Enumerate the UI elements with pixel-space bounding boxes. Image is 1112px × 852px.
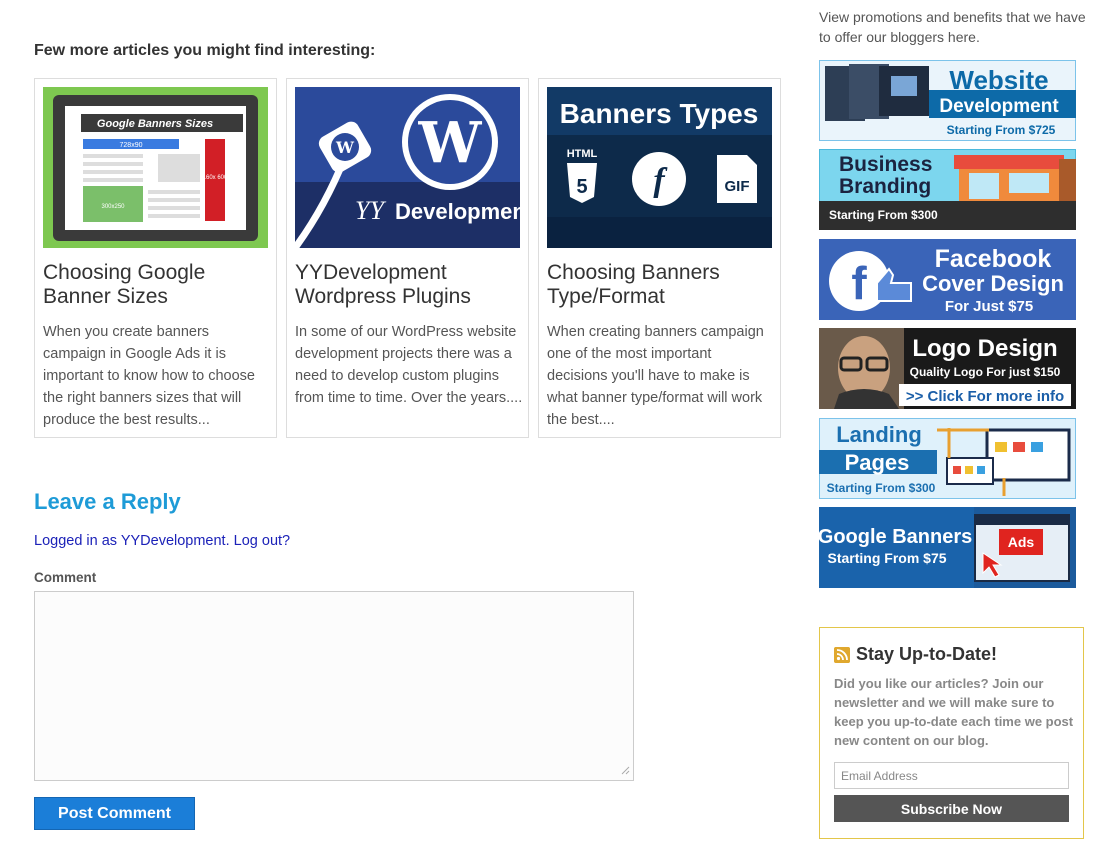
article-card[interactable]: Banners Types HTML 5 f GIF Choosing Bann… xyxy=(538,78,781,438)
ad-facebook-cover[interactable]: f Facebook Cover Design For Just $75 xyxy=(819,239,1076,320)
svg-text:Website: Website xyxy=(949,65,1048,95)
resize-grip-icon[interactable] xyxy=(620,765,630,775)
svg-text:GIF: GIF xyxy=(725,178,750,195)
article-card[interactable]: Google Banners Sizes 728x90 160x 600 300… xyxy=(34,78,277,438)
svg-text:Ads: Ads xyxy=(1008,534,1035,550)
article-excerpt: When creating banners campaign one of th… xyxy=(547,324,764,428)
svg-text:f: f xyxy=(851,257,867,309)
comment-textarea[interactable] xyxy=(34,591,634,781)
svg-text:For Just $75: For Just $75 xyxy=(945,298,1033,315)
post-comment-button[interactable]: Post Comment xyxy=(34,797,195,830)
svg-text:Branding: Branding xyxy=(839,175,931,198)
thumb-heading: Google Banners Sizes xyxy=(97,118,213,130)
newsletter-title: Stay Up-to-Date! xyxy=(856,644,998,664)
svg-text:Facebook: Facebook xyxy=(935,245,1052,273)
svg-text:Logo Design: Logo Design xyxy=(912,335,1057,362)
article-title[interactable]: Choosing Banners Type/Format xyxy=(547,261,772,309)
ad-landing-pages[interactable]: Landing Pages Starting From $300 xyxy=(819,418,1076,499)
svg-text:W: W xyxy=(335,138,355,157)
svg-text:Business: Business xyxy=(839,153,932,176)
rss-icon xyxy=(834,646,850,663)
svg-text:>> Click For more info: >> Click For more info xyxy=(906,388,1064,405)
newsletter-description: Did you like our articles? Join our news… xyxy=(834,676,1074,748)
article-excerpt: When you create banners campaign in Goog… xyxy=(43,324,255,428)
svg-text:Starting From $300: Starting From $300 xyxy=(827,481,936,495)
newsletter-email-input[interactable] xyxy=(834,762,1069,789)
logged-in-text: Logged in as YYDevelopment. Log out? xyxy=(34,533,291,549)
ad-website-development[interactable]: Website Development Starting From $725 xyxy=(819,60,1076,141)
ad-logo-design[interactable]: Logo Design Quality Logo For just $150 >… xyxy=(819,328,1076,409)
related-articles-heading: Few more articles you might find interes… xyxy=(34,42,376,59)
svg-text:300x250: 300x250 xyxy=(101,204,125,210)
svg-text:160x 600: 160x 600 xyxy=(203,175,228,181)
article-title[interactable]: Choosing Google Banner Sizes xyxy=(43,261,268,309)
svg-text:Starting From $725: Starting From $725 xyxy=(947,123,1056,137)
newsletter-widget: Stay Up-to-Date! Did you like our articl… xyxy=(819,627,1084,839)
comment-label: Comment xyxy=(34,570,97,585)
related-articles-list: Google Banners Sizes 728x90 160x 600 300… xyxy=(34,78,781,438)
article-card[interactable]: W W YY Development YYDevelopment Wordpre… xyxy=(286,78,529,438)
svg-text:728x90: 728x90 xyxy=(120,142,143,149)
svg-text:Cover Design: Cover Design xyxy=(922,271,1064,296)
promo-text: View promotions and benefits that we hav… xyxy=(819,9,1086,45)
svg-text:Pages: Pages xyxy=(845,450,910,475)
svg-text:W: W xyxy=(418,110,483,176)
leave-reply-heading: Leave a Reply xyxy=(34,489,181,514)
article-title[interactable]: YYDevelopment Wordpress Plugins xyxy=(295,261,520,309)
logged-in-prefix: Logged in as xyxy=(34,533,121,549)
svg-text:Quality Logo For just $150: Quality Logo For just $150 xyxy=(910,365,1061,379)
thumb-heading: Banners Types xyxy=(560,98,759,129)
article-excerpt: In some of our WordPress website develop… xyxy=(295,324,523,406)
svg-text:5: 5 xyxy=(576,176,587,198)
svg-text:Starting From $300: Starting From $300 xyxy=(829,208,938,222)
article-thumbnail[interactable]: W W YY Development xyxy=(295,87,520,248)
svg-text:Development: Development xyxy=(939,96,1059,117)
ad-business-branding[interactable]: Business Branding Starting From $300 xyxy=(819,149,1076,230)
svg-text:Starting From $75: Starting From $75 xyxy=(827,550,946,566)
svg-text:HTML: HTML xyxy=(567,148,598,160)
svg-text:Google Banners: Google Banners xyxy=(819,526,972,548)
profile-link[interactable]: YYDevelopment xyxy=(121,533,226,549)
svg-text:YY: YY xyxy=(355,196,386,225)
article-thumbnail[interactable]: Banners Types HTML 5 f GIF xyxy=(547,87,772,248)
subscribe-button[interactable]: Subscribe Now xyxy=(834,795,1069,822)
thumb-brand: Development xyxy=(395,199,520,224)
article-thumbnail[interactable]: Google Banners Sizes 728x90 160x 600 300… xyxy=(43,87,268,248)
ad-google-banners[interactable]: Google Banners Starting From $75 Ads xyxy=(819,507,1076,588)
logout-link[interactable]: Log out? xyxy=(234,533,290,549)
svg-text:Landing: Landing xyxy=(836,422,922,447)
